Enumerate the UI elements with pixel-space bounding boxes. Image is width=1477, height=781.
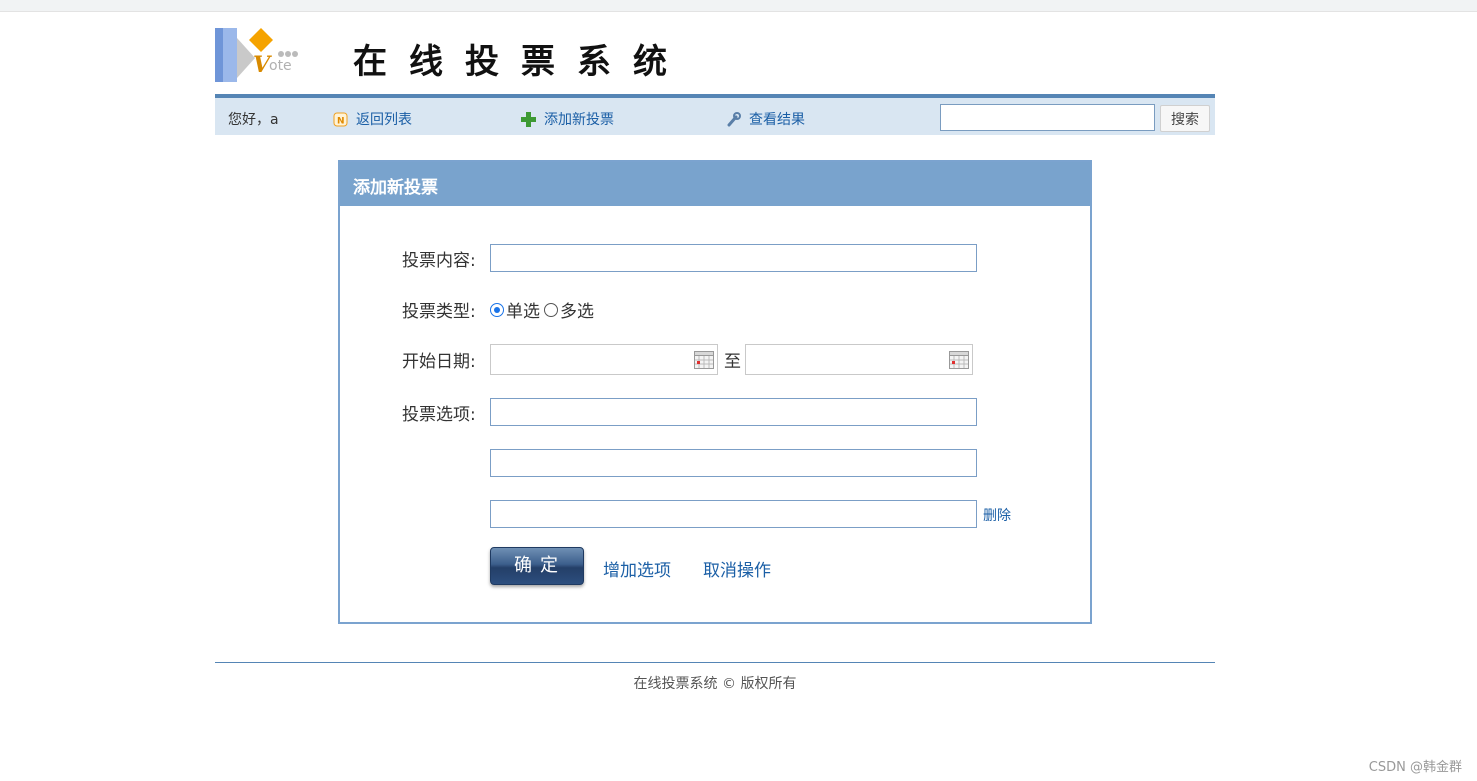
start-date-input[interactable] bbox=[490, 344, 718, 375]
vote-option-input-1[interactable] bbox=[490, 398, 977, 426]
list-icon: N bbox=[333, 112, 348, 126]
plus-icon bbox=[521, 111, 536, 127]
vote-type-group: 单选 多选 bbox=[490, 297, 594, 322]
vote-type-label: 投票类型: bbox=[402, 302, 476, 322]
back-to-list-link[interactable]: N 返回列表 bbox=[333, 109, 412, 129]
back-to-list-label: 返回列表 bbox=[356, 112, 412, 128]
multi-choice-radio[interactable] bbox=[544, 302, 558, 317]
add-vote-link[interactable]: 添加新投票 bbox=[521, 109, 614, 129]
browser-top-strip bbox=[0, 0, 1477, 12]
end-date-input[interactable] bbox=[745, 344, 973, 375]
vote-content-label: 投票内容: bbox=[402, 251, 476, 271]
vote-logo: V ote bbox=[215, 28, 301, 82]
vote-option-input-2[interactable] bbox=[490, 449, 977, 477]
search-button[interactable]: 搜索 bbox=[1160, 105, 1210, 132]
footer-copyright: 在线投票系统 © 版权所有 bbox=[633, 676, 797, 692]
vote-content-input[interactable] bbox=[490, 244, 977, 272]
single-choice-radio[interactable] bbox=[490, 302, 504, 317]
calendar-icon[interactable] bbox=[949, 351, 969, 369]
vote-option-input-3[interactable] bbox=[490, 500, 977, 528]
svg-text:N: N bbox=[337, 116, 345, 126]
search-input[interactable] bbox=[940, 104, 1155, 131]
view-results-link[interactable]: 查看结果 bbox=[726, 109, 805, 129]
svg-text:ote: ote bbox=[269, 58, 292, 74]
cancel-link[interactable]: 取消操作 bbox=[703, 556, 771, 581]
view-results-label: 查看结果 bbox=[749, 112, 805, 128]
add-vote-label: 添加新投票 bbox=[544, 112, 614, 128]
calendar-icon[interactable] bbox=[694, 351, 714, 369]
delete-option-link[interactable]: 删除 bbox=[983, 505, 1011, 525]
confirm-button[interactable]: 确定 bbox=[490, 547, 584, 585]
date-separator: 至 bbox=[724, 352, 741, 372]
add-vote-panel: 添加新投票 bbox=[338, 160, 1092, 624]
top-nav-bar: 您好，a N 返回列表 添加新投票 查看结果 搜索 bbox=[215, 94, 1215, 135]
multi-choice-label: 多选 bbox=[560, 302, 594, 322]
vote-options-label: 投票选项: bbox=[402, 405, 476, 425]
site-title: 在线投票系统 bbox=[353, 42, 689, 82]
footer-divider bbox=[215, 662, 1215, 663]
add-option-link[interactable]: 增加选项 bbox=[603, 556, 671, 581]
panel-title: 添加新投票 bbox=[340, 162, 1090, 206]
wrench-icon bbox=[727, 111, 741, 126]
watermark: CSDN @韩金群 bbox=[1368, 760, 1462, 775]
start-date-label: 开始日期: bbox=[402, 352, 476, 372]
single-choice-label: 单选 bbox=[506, 302, 540, 322]
site-header: V ote 在线投票系统 bbox=[215, 28, 1215, 84]
greeting-text: 您好，a bbox=[228, 112, 279, 128]
